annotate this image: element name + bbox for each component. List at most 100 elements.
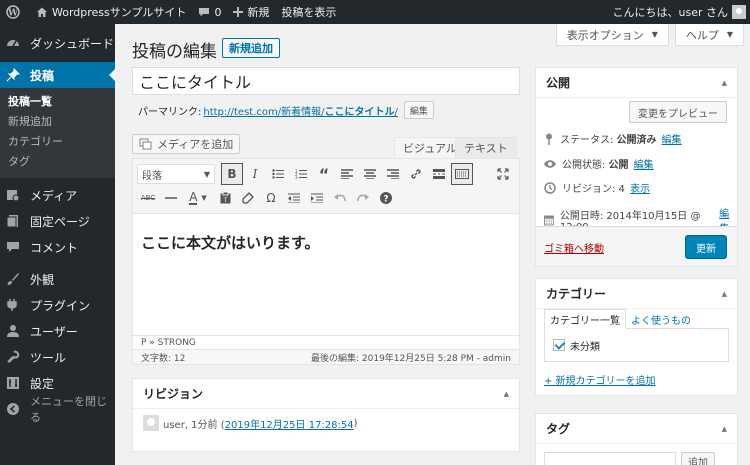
read-more-button[interactable] — [428, 163, 450, 185]
special-character-button[interactable]: Ω — [260, 187, 282, 209]
view-post-link[interactable]: 投稿を表示 — [275, 0, 342, 24]
tab-most-used[interactable]: よく使うもの — [626, 309, 696, 329]
revisions-box: リビジョン ▲ user, 1分前 (2019年12月25日 17:28:54) — [132, 378, 520, 452]
submenu-tags[interactable]: タグ — [0, 152, 115, 172]
publish-header[interactable]: 公開 ▲ — [536, 68, 737, 98]
align-right-button[interactable] — [382, 163, 404, 185]
submenu-all-posts[interactable]: 投稿一覧 — [0, 92, 115, 112]
keyboard-shortcuts-button[interactable]: ? — [375, 187, 397, 209]
update-button[interactable]: 更新 — [685, 235, 727, 259]
text-color-button[interactable]: A ▼ — [183, 187, 213, 209]
horizontal-line-button[interactable] — [160, 187, 182, 209]
comments-link[interactable]: 0 — [192, 0, 227, 24]
italic-button[interactable]: I — [244, 163, 266, 185]
calendar-icon — [544, 215, 554, 226]
outdent-button[interactable] — [283, 187, 305, 209]
sidebar-item-plugins[interactable]: プラグイン — [0, 292, 115, 318]
dashboard-icon — [6, 36, 20, 50]
align-right-icon — [387, 169, 399, 179]
tab-text[interactable]: テキスト — [455, 137, 517, 158]
caret-up-icon[interactable]: ▲ — [722, 79, 727, 87]
browse-revisions-link[interactable]: 表示 — [630, 180, 650, 195]
caret-up-icon[interactable]: ▲ — [722, 425, 727, 433]
screen-options-button[interactable]: 表示オプション ▼ — [555, 24, 669, 46]
paste-text-button[interactable]: T — [214, 187, 236, 209]
help-button[interactable]: ヘルプ ▼ — [674, 24, 744, 46]
svg-text:3: 3 — [295, 175, 298, 179]
revisions-title: リビジョン — [143, 387, 204, 401]
sidebar-item-comments[interactable]: コメント — [0, 234, 115, 260]
move-to-trash-link[interactable]: ゴミ箱へ移動 — [544, 240, 604, 255]
edit-status-link[interactable]: 編集 — [662, 131, 682, 146]
tags-header[interactable]: タグ ▲ — [536, 414, 737, 444]
greeting: こんにちは、user さん — [612, 6, 729, 19]
permalink-end: / — [394, 106, 398, 118]
undo-button[interactable] — [329, 187, 351, 209]
tag-input[interactable] — [544, 452, 676, 465]
sidebar-item-posts[interactable]: 投稿 — [0, 62, 115, 88]
plus-icon — [233, 7, 244, 17]
bold-button[interactable]: B — [221, 163, 243, 185]
screen-options-label: 表示オプション — [566, 28, 644, 42]
status-label: ステータス: — [560, 135, 614, 146]
edit-visibility-link[interactable]: 編集 — [634, 156, 654, 171]
categories-header[interactable]: カテゴリー ▲ — [536, 279, 737, 309]
sidebar-item-dashboard[interactable]: ダッシュボード — [0, 30, 115, 56]
blockquote-button[interactable]: “ — [313, 163, 335, 185]
preview-changes-button[interactable]: 変更をプレビュー — [629, 101, 727, 123]
visibility-value: 公開 — [608, 160, 629, 171]
add-new-button[interactable]: 新規追加 — [222, 38, 280, 58]
help-icon: ? — [380, 192, 392, 204]
publish-box: 公開 ▲ 変更をプレビュー ステータス: 公開済み 編集 公開状態: 公開 編集 リ… — [535, 67, 738, 267]
site-name-link[interactable]: Wordpressサンプルサイト — [30, 0, 192, 24]
fullscreen-button[interactable] — [492, 163, 514, 185]
sidebar-item-users[interactable]: ユーザー — [0, 318, 115, 344]
indent-button[interactable] — [306, 187, 328, 209]
sidebar-item-label: 設定 — [30, 376, 55, 391]
redo-icon — [357, 194, 369, 202]
editor-content[interactable]: ここに本文がはいります。 — [133, 214, 519, 335]
clear-formatting-button[interactable] — [237, 187, 259, 209]
numbered-list-button[interactable]: 123 — [290, 163, 312, 185]
sidebar-item-pages[interactable]: 固定ページ — [0, 208, 115, 234]
sidebar-item-tools[interactable]: ツール — [0, 344, 115, 370]
post-title-input[interactable]: ここにタイトル — [132, 67, 520, 95]
account-menu[interactable]: こんにちは、user さん — [607, 0, 750, 24]
caret-up-icon[interactable]: ▲ — [722, 290, 727, 298]
wp-logo-icon[interactable]: W — [0, 0, 30, 24]
bullet-list-button[interactable] — [267, 163, 289, 185]
revision-author: user, 1分前 ( — [163, 419, 225, 431]
collapse-menu-button[interactable]: メニューを閉じる — [0, 395, 115, 424]
revisions-header[interactable]: リビジョン ▲ — [133, 379, 519, 409]
format-select[interactable]: 段落 ▼ — [137, 164, 215, 184]
site-name: Wordpressサンプルサイト — [52, 6, 187, 19]
category-checkbox[interactable] — [553, 339, 565, 351]
link-button[interactable] — [405, 163, 427, 185]
strikethrough-button[interactable]: ABC — [137, 187, 159, 209]
sidebar-item-media[interactable]: メディア — [0, 182, 115, 208]
new-content-link[interactable]: 新規 — [227, 0, 275, 24]
toolbar-toggle-button[interactable] — [451, 163, 473, 185]
align-center-icon — [364, 169, 376, 179]
tags-box: タグ ▲ 追加 — [535, 413, 738, 465]
editor-toolbar: 段落 ▼ B I 123 “ ABC A ▼ T Ω ? — [133, 159, 519, 214]
publish-title: 公開 — [546, 76, 571, 90]
align-center-button[interactable] — [359, 163, 381, 185]
revision-link[interactable]: 2019年12月25日 17:28:54 — [225, 416, 354, 431]
undo-icon — [334, 194, 346, 202]
add-new-category-link[interactable]: + 新規カテゴリーを追加 — [544, 372, 656, 387]
permalink-url[interactable]: http://test.com/新着情報/ここにタイトル/ — [203, 103, 398, 118]
tags-title: タグ — [546, 422, 571, 436]
redo-button[interactable] — [352, 187, 374, 209]
add-media-button[interactable]: メディアを追加 — [132, 134, 241, 154]
keyboard-icon — [455, 169, 469, 179]
caret-up-icon[interactable]: ▲ — [504, 390, 509, 398]
add-tag-button[interactable]: 追加 — [681, 452, 715, 465]
submenu-categories[interactable]: カテゴリー — [0, 132, 115, 152]
tab-all-categories[interactable]: カテゴリー一覧 — [544, 309, 626, 329]
align-left-button[interactable] — [336, 163, 358, 185]
omega-icon: Ω — [266, 191, 276, 205]
submenu-add-new[interactable]: 新規追加 — [0, 112, 115, 132]
sidebar-item-appearance[interactable]: 外観 — [0, 266, 115, 292]
edit-slug-button[interactable]: 編集 — [403, 101, 434, 119]
